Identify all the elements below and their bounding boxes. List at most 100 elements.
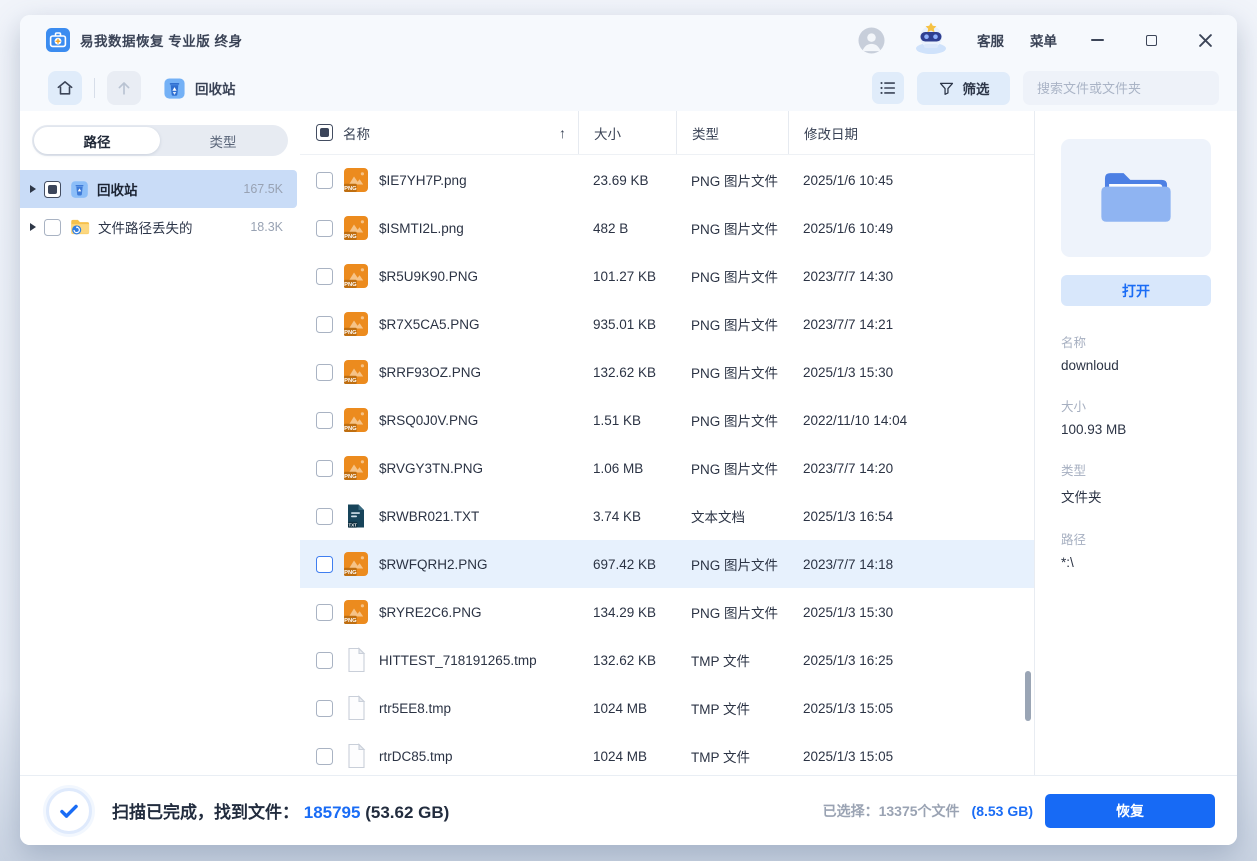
file-type-icon: PNG TXT: [343, 599, 369, 625]
expand-caret-icon[interactable]: [30, 185, 36, 193]
recover-button[interactable]: 恢复: [1045, 794, 1215, 828]
table-row[interactable]: PNG TXT $RSQ0J0V.PNG 1.51 KB PNG 图片文件: [300, 396, 1034, 444]
close-button[interactable]: [1191, 26, 1219, 54]
expand-caret-icon[interactable]: [30, 223, 36, 231]
column-name[interactable]: 名称: [343, 123, 370, 143]
arrow-up-icon: [114, 78, 134, 98]
app-title: 易我数据恢复 专业版 终身: [80, 30, 243, 50]
column-type[interactable]: 类型: [676, 111, 788, 154]
file-size: 134.29 KB: [578, 605, 676, 620]
file-size: 697.42 KB: [578, 557, 676, 572]
png-file-icon: PNG: [343, 215, 369, 241]
png-file-icon: PNG: [343, 455, 369, 481]
file-size: 132.62 KB: [578, 653, 676, 668]
file-date: 2025/1/3 15:05: [788, 749, 1034, 764]
select-all-checkbox[interactable]: [316, 124, 333, 141]
breadcrumb[interactable]: 回收站: [163, 77, 236, 100]
row-checkbox[interactable]: [316, 412, 333, 429]
file-name: $R5U9K90.PNG: [379, 269, 478, 284]
filter-label: 筛选: [963, 78, 990, 98]
column-size[interactable]: 大小: [578, 111, 676, 154]
png-file-icon: PNG: [343, 263, 369, 289]
table-row[interactable]: PNG TXT $R7X5CA5.PNG 935.01 KB PNG 图片文件: [300, 300, 1034, 348]
funnel-icon: [938, 80, 955, 97]
tmp-file-icon: [343, 743, 369, 769]
minimize-button[interactable]: [1083, 26, 1111, 54]
tmp-file-icon: [343, 647, 369, 673]
svg-text:TXT: TXT: [349, 522, 358, 527]
filter-button[interactable]: 筛选: [917, 72, 1010, 105]
file-type-icon: PNG TXT: [343, 167, 369, 193]
file-type: PNG 图片文件: [676, 266, 788, 286]
tab-path[interactable]: 路径: [34, 127, 160, 154]
search-box[interactable]: [1023, 71, 1219, 105]
scan-message: 扫描已完成，找到文件：: [112, 803, 299, 822]
navigation-toolbar: 回收站 筛选: [20, 65, 1237, 111]
table-row[interactable]: PNG TXT $RVGY3TN.PNG 1.06 MB PNG 图片文件: [300, 444, 1034, 492]
row-checkbox[interactable]: [316, 604, 333, 621]
row-checkbox[interactable]: [316, 652, 333, 669]
tab-type[interactable]: 类型: [160, 127, 286, 154]
row-checkbox[interactable]: [316, 268, 333, 285]
user-avatar[interactable]: [858, 27, 885, 54]
file-name: rtrDC85.tmp: [379, 749, 453, 764]
table-row[interactable]: PNG TXT $IE7YH7P.png 23.69 KB PNG 图片文件: [300, 156, 1034, 204]
row-checkbox[interactable]: [316, 748, 333, 765]
file-size: 101.27 KB: [578, 269, 676, 284]
file-type-icon: PNG TXT: [343, 743, 369, 769]
row-checkbox[interactable]: [316, 316, 333, 333]
file-type: PNG 图片文件: [676, 218, 788, 238]
vertical-scrollbar[interactable]: [1025, 671, 1031, 721]
table-row[interactable]: PNG TXT $RWFQRH2.PNG 697.42 KB PNG 图片文件: [300, 540, 1034, 588]
file-name: $ISMTI2L.png: [379, 221, 464, 236]
svg-text:PNG: PNG: [344, 282, 357, 288]
home-button[interactable]: [48, 71, 82, 105]
tree-item-count: 18.3K: [250, 220, 283, 234]
assistant-mascot-icon[interactable]: [911, 20, 951, 61]
menu-button[interactable]: 菜单: [1030, 30, 1057, 50]
file-table-body: PNG TXT $IE7YH7P.png 23.69 KB PNG 图片文件: [300, 156, 1034, 775]
row-checkbox[interactable]: [316, 556, 333, 573]
row-checkbox[interactable]: [316, 700, 333, 717]
tree-item-lost-path[interactable]: 文件路径丢失的 18.3K: [20, 208, 297, 246]
row-checkbox[interactable]: [316, 220, 333, 237]
file-name: $RYRE2C6.PNG: [379, 605, 482, 620]
search-input[interactable]: [1037, 81, 1213, 96]
table-row[interactable]: PNG TXT $RRF93OZ.PNG 132.62 KB PNG 图片文件: [300, 348, 1034, 396]
maximize-button[interactable]: [1137, 26, 1165, 54]
file-type: TMP 文件: [676, 746, 788, 766]
file-date: 2025/1/6 10:49: [788, 221, 1034, 236]
row-checkbox[interactable]: [316, 172, 333, 189]
svg-text:PNG: PNG: [344, 618, 357, 624]
table-row[interactable]: PNG TXT $ISMTI2L.png 482 B PNG 图片文件 20: [300, 204, 1034, 252]
tree-checkbox[interactable]: [44, 181, 61, 198]
detail-value-name: downloud: [1061, 358, 1211, 373]
file-name: $RWBR021.TXT: [379, 509, 479, 524]
row-checkbox[interactable]: [316, 508, 333, 525]
table-row[interactable]: PNG TXT rtrDC85.tmp 1024 MB TMP 文件 202: [300, 732, 1034, 775]
file-type-icon: PNG TXT: [343, 359, 369, 385]
png-file-icon: PNG: [343, 551, 369, 577]
column-date[interactable]: 修改日期: [788, 111, 1034, 154]
table-row[interactable]: PNG TXT $R5U9K90.PNG 101.27 KB PNG 图片文件: [300, 252, 1034, 300]
row-checkbox[interactable]: [316, 460, 333, 477]
table-row[interactable]: PNG TXT rtr5EE8.tmp 1024 MB TMP 文件 202: [300, 684, 1034, 732]
support-button[interactable]: 客服: [977, 30, 1004, 50]
sort-ascending-icon[interactable]: ↑: [559, 125, 566, 141]
file-table: 名称 ↑ 大小 类型 修改日期 PNG: [300, 111, 1035, 775]
file-type: PNG 图片文件: [676, 602, 788, 622]
open-button[interactable]: 打开: [1061, 275, 1211, 306]
svg-text:PNG: PNG: [344, 426, 357, 432]
row-checkbox[interactable]: [316, 364, 333, 381]
tree-item-recycle-bin[interactable]: 回收站 167.5K: [20, 170, 297, 208]
tmp-file-icon: [343, 695, 369, 721]
svg-text:PNG: PNG: [344, 186, 357, 192]
list-view-button[interactable]: [872, 72, 904, 104]
folder-icon: [1098, 168, 1174, 228]
table-row[interactable]: PNG TXT $RWBR021.TXT 3.74 KB 文本文档 2025: [300, 492, 1034, 540]
table-row[interactable]: PNG TXT HITTEST_718191265.tmp 132.62 KB …: [300, 636, 1034, 684]
tree-checkbox[interactable]: [44, 219, 61, 236]
close-icon: [1199, 34, 1212, 47]
table-row[interactable]: PNG TXT $RYRE2C6.PNG 134.29 KB PNG 图片文件: [300, 588, 1034, 636]
up-level-button[interactable]: [107, 71, 141, 105]
